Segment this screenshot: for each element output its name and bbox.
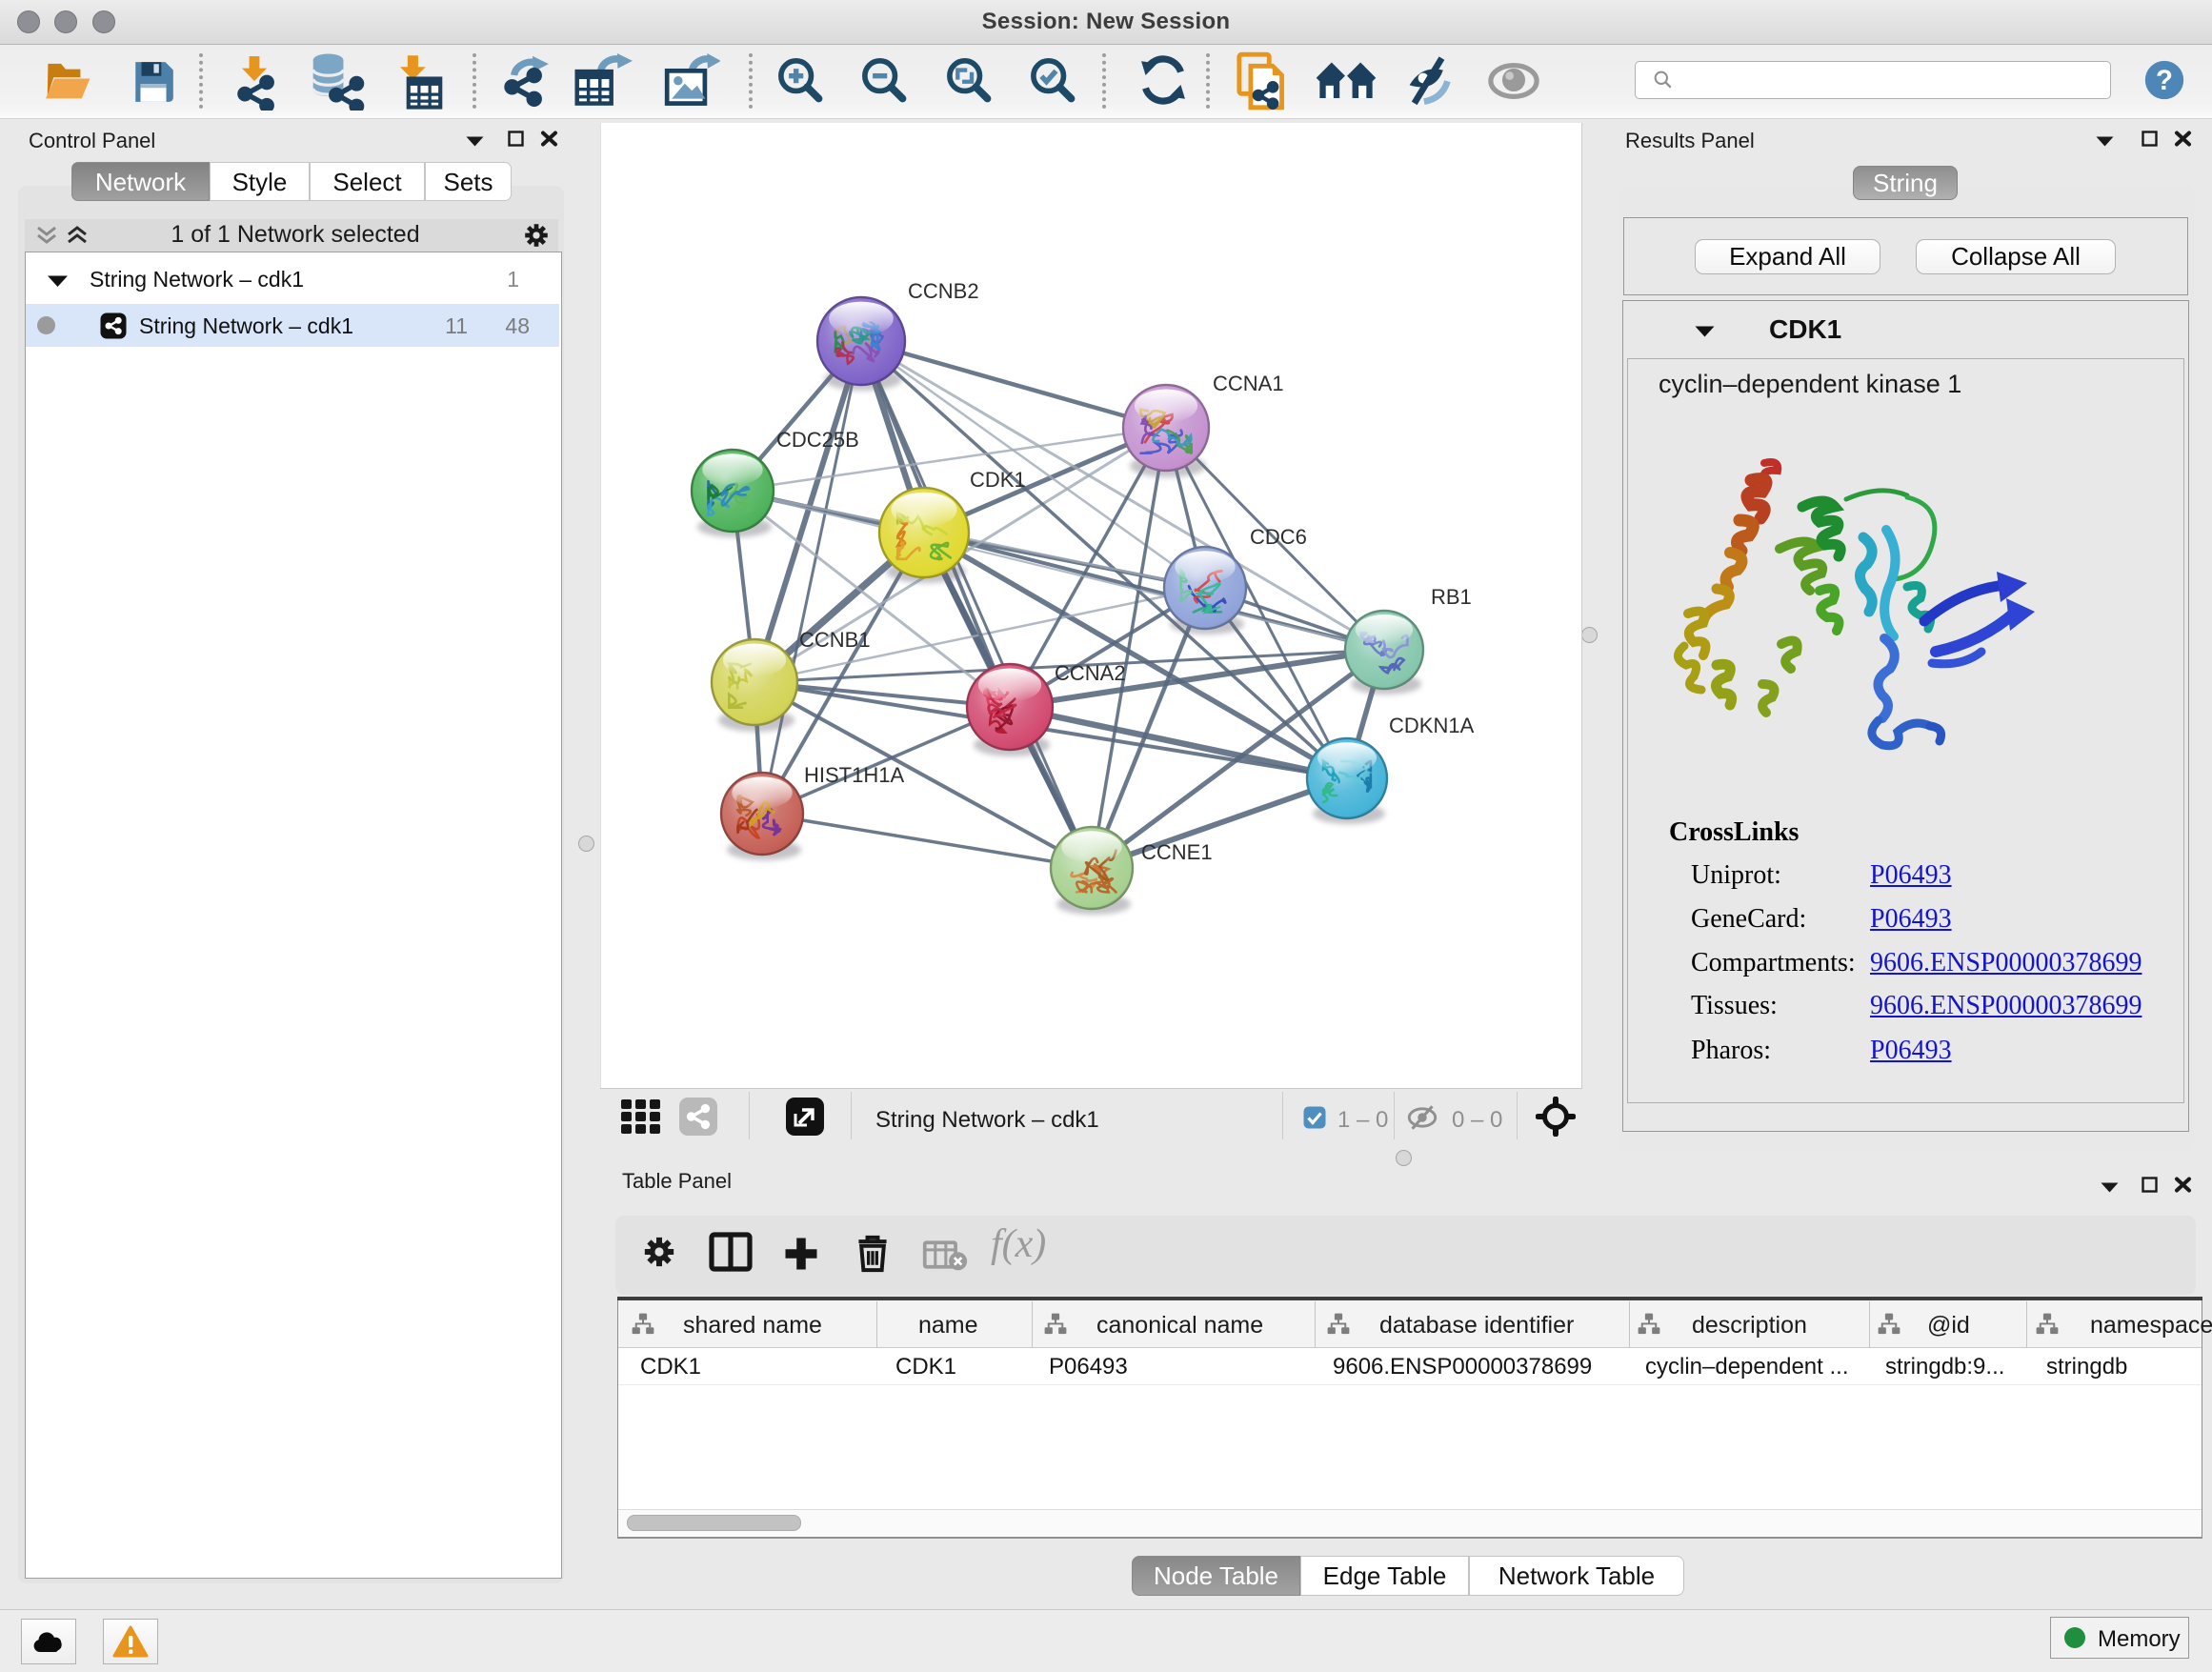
svg-text:CDKN1A: CDKN1A [1389, 714, 1475, 737]
svg-text:RB1: RB1 [1431, 585, 1472, 609]
svg-text:CDC6: CDC6 [1250, 525, 1307, 549]
svg-text:CDC25B: CDC25B [776, 428, 859, 452]
svg-text:CCNA1: CCNA1 [1213, 372, 1284, 395]
svg-text:CCNE1: CCNE1 [1141, 840, 1213, 864]
svg-text:CCNA2: CCNA2 [1055, 661, 1126, 685]
svg-text:CCNB1: CCNB1 [799, 628, 871, 652]
svg-text:HIST1H1A: HIST1H1A [804, 763, 904, 787]
svg-text:CDK1: CDK1 [970, 468, 1026, 492]
svg-text:CCNB2: CCNB2 [908, 279, 979, 303]
svg-text:?: ? [2156, 65, 2173, 96]
